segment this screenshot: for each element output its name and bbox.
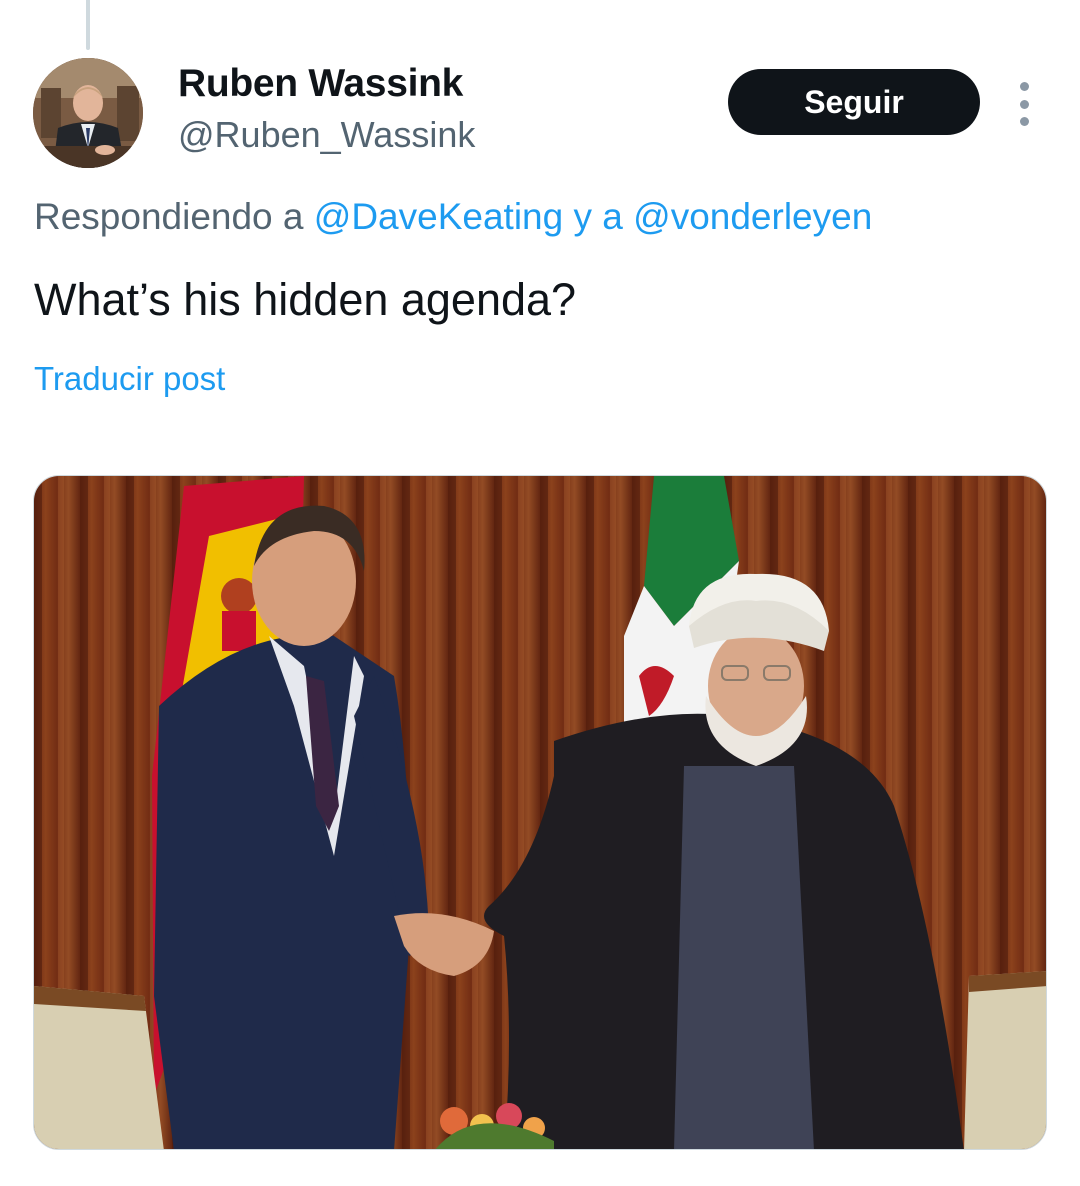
- reply-prefix: Respondiendo a: [34, 196, 314, 237]
- more-dot: [1019, 82, 1029, 91]
- author-display-name[interactable]: Ruben Wassink: [178, 62, 463, 106]
- post-text: What’s his hidden agenda?: [34, 274, 577, 325]
- more-vertical-icon[interactable]: [1010, 82, 1038, 126]
- more-dot: [1019, 117, 1029, 126]
- reply-separator: y a: [563, 196, 634, 237]
- translate-post-link[interactable]: Traducir post: [34, 360, 225, 398]
- follow-button[interactable]: Seguir: [728, 69, 980, 135]
- thread-connector-line: [86, 0, 90, 50]
- author-handle[interactable]: @Ruben_Wassink: [178, 114, 475, 156]
- more-dot: [1019, 99, 1029, 109]
- author-avatar[interactable]: [33, 58, 143, 168]
- post-photo[interactable]: [33, 475, 1047, 1150]
- reply-context: Respondiendo a @DaveKeating y a @vonderl…: [34, 196, 872, 238]
- mention-davekeating-link[interactable]: @DaveKeating: [314, 196, 563, 237]
- mention-vonderleyen-link[interactable]: @vonderleyen: [633, 196, 872, 237]
